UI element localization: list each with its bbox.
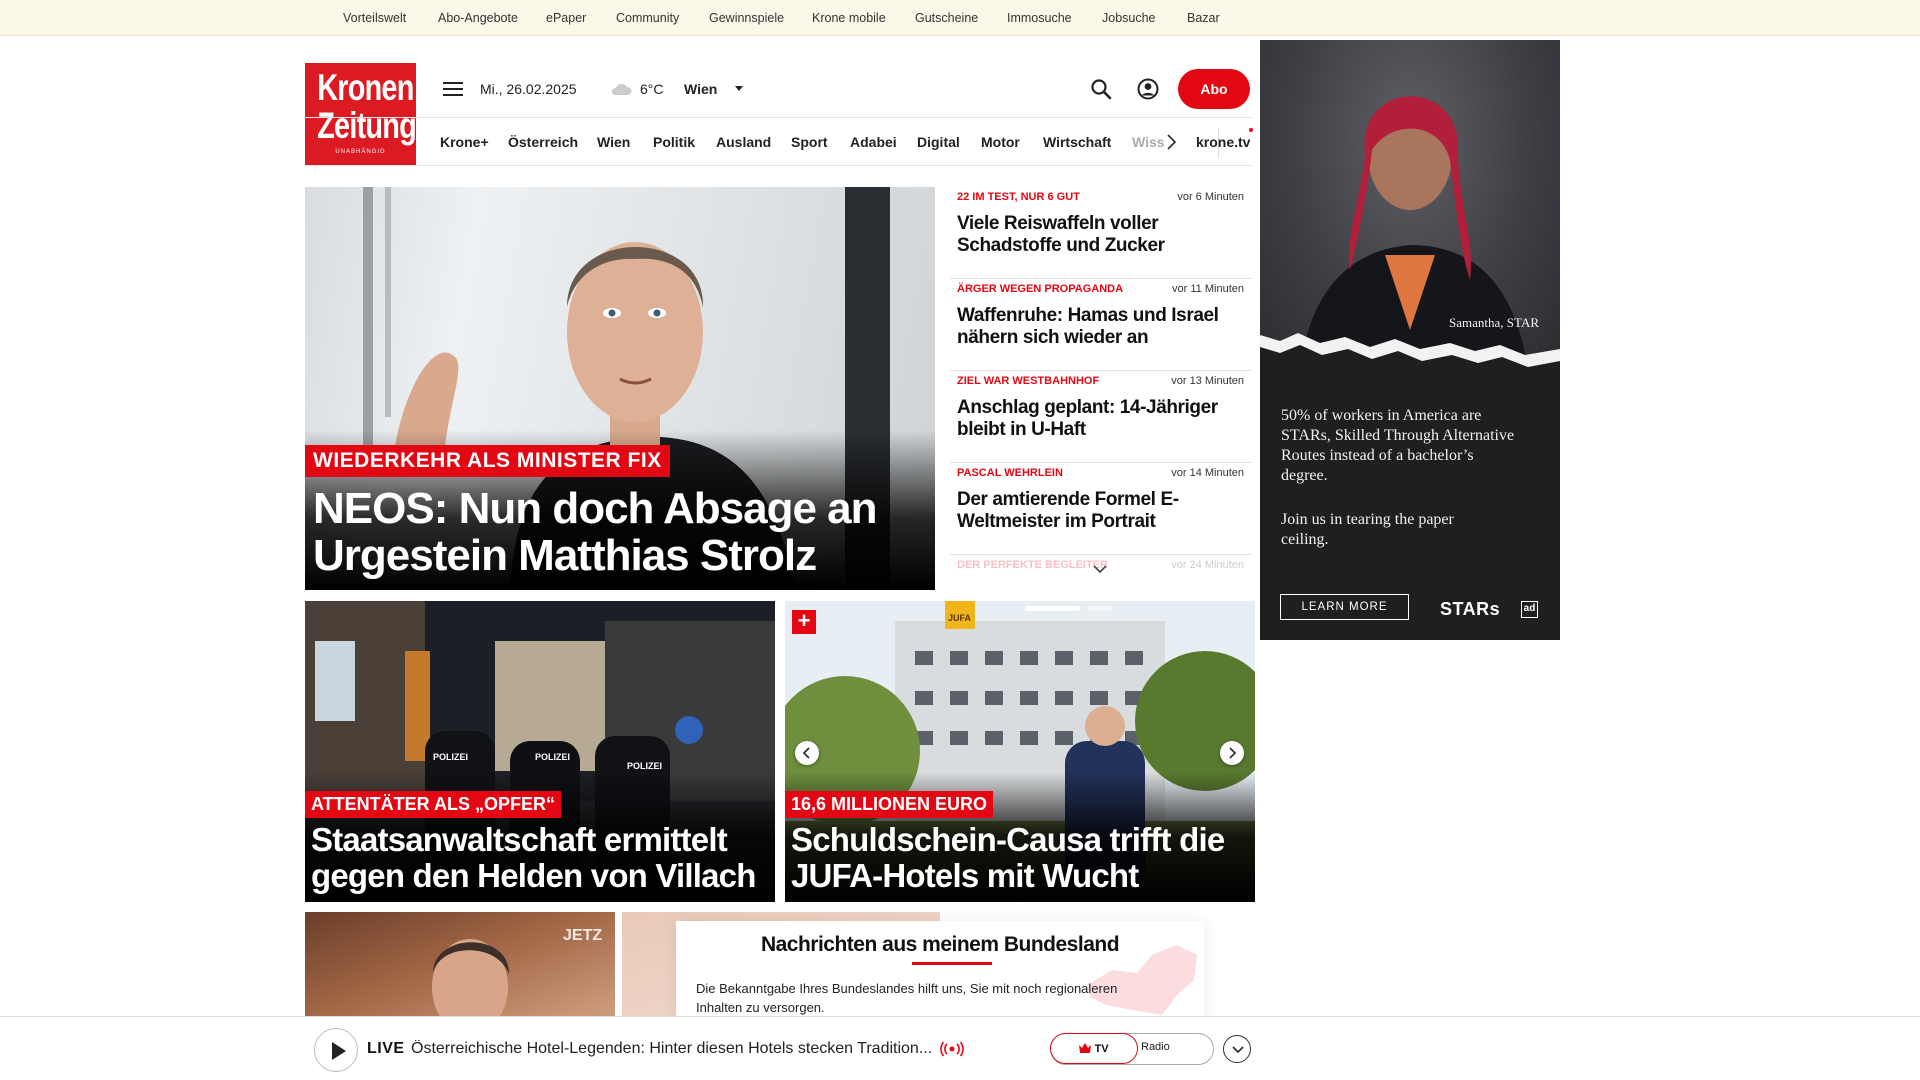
card-title[interactable]: Staatsanwaltschaft ermittelt gegen den H… xyxy=(311,822,771,894)
topbar-link-epaper[interactable]: ePaper xyxy=(546,11,586,25)
menu-icon[interactable] xyxy=(443,82,463,96)
play-button[interactable] xyxy=(314,1028,358,1072)
list-item-time: vor 14 Minuten xyxy=(1171,467,1244,479)
tv-label: TV xyxy=(1094,1042,1109,1055)
latest-news-list: 22 IM TEST, NUR 6 GUT vor 6 Minuten Viel… xyxy=(950,187,1252,592)
chevron-down-icon[interactable] xyxy=(735,86,743,91)
advertisement-stars[interactable]: Samantha, STAR 50% of workers in America… xyxy=(1260,40,1560,640)
topbar-link-jobsuche[interactable]: Jobsuche xyxy=(1102,11,1156,25)
list-item-kicker: ÄRGER WEGEN PROPAGANDA xyxy=(957,283,1124,295)
card-kicker: 16,6 MILLIONEN EURO xyxy=(785,791,994,818)
nav-item-sport[interactable]: Sport xyxy=(791,134,828,150)
title-underline xyxy=(912,962,992,965)
police-sign-text: POLIZEI xyxy=(535,752,570,762)
media-switch: TV Radio xyxy=(1050,1033,1214,1065)
list-item-time: vor 24 Minuten xyxy=(1171,559,1244,571)
topbar-link-immosuche[interactable]: Immosuche xyxy=(1007,11,1072,25)
list-item[interactable]: PASCAL WEHRLEIN vor 14 Minuten Der amtie… xyxy=(950,463,1252,555)
stars-brand-logo: STARs xyxy=(1440,599,1501,619)
search-icon[interactable] xyxy=(1090,78,1112,100)
list-item-kicker: ZIEL WAR WESTBAHNHOF xyxy=(957,375,1100,387)
topbar-link-gutscheine[interactable]: Gutscheine xyxy=(915,11,978,25)
chevron-right-icon xyxy=(1229,747,1237,759)
list-item-title[interactable]: Viele Reiswaffeln voller Schadstoffe und… xyxy=(957,213,1242,257)
adchoices-icon[interactable]: ad xyxy=(1521,601,1538,618)
bundesland-title: Nachrichten aus meinem Bundesland xyxy=(760,933,1120,956)
bundesland-description: Die Bekanntgabe Ihres Bundeslandes hilft… xyxy=(696,981,1118,1015)
nav-item-wien[interactable]: Wien xyxy=(597,134,630,150)
chevron-down-icon xyxy=(1232,1046,1244,1054)
topbar-link-community[interactable]: Community xyxy=(616,11,679,25)
list-item-title[interactable]: Waffenruhe: Hamas und Israel nähern sich… xyxy=(957,305,1242,349)
crown-icon xyxy=(1079,1042,1092,1053)
list-item-time: vor 11 Minuten xyxy=(1172,283,1244,295)
list-item[interactable]: ZIEL WAR WESTBAHNHOF vor 13 Minuten Ansc… xyxy=(950,371,1252,463)
krone-plus-badge: + xyxy=(792,610,816,634)
list-item-time: vor 6 Minuten xyxy=(1177,191,1244,203)
card-kicker: ATTENTÄTER ALS „OPFER“ xyxy=(305,791,561,818)
chevron-left-icon xyxy=(802,747,810,759)
topbar-link-bazar[interactable]: Bazar xyxy=(1187,11,1220,25)
nav-item-digital[interactable]: Digital xyxy=(917,134,960,150)
topbar-link-abo-angebote[interactable]: Abo-Angebote xyxy=(438,11,518,25)
story-card-jufa[interactable]: JUFA 16,6 MILLIONEN EURO Schuldschein-Ca… xyxy=(785,601,1255,902)
nav-item-wissen[interactable]: Wiss xyxy=(1132,134,1165,150)
main-navigation: Krone+ Österreich Wien Politik Ausland S… xyxy=(305,117,1253,166)
nav-item-adabei[interactable]: Adabei xyxy=(850,134,897,150)
nav-item-wirtschaft[interactable]: Wirtschaft xyxy=(1043,134,1111,150)
jufa-sign-text: JUFA xyxy=(948,613,972,623)
weather-temperature: 6°C xyxy=(640,81,664,97)
live-indicator-dot xyxy=(1249,128,1253,132)
list-item-kicker: 22 IM TEST, NUR 6 GUT xyxy=(957,191,1080,203)
expand-player-button[interactable] xyxy=(1223,1035,1251,1063)
thumbnail-overlay-text: JETZ xyxy=(563,927,602,944)
nav-item-motor[interactable]: Motor xyxy=(981,134,1020,150)
police-sign-text: POLIZEI xyxy=(433,752,468,762)
list-item[interactable]: 22 IM TEST, NUR 6 GUT vor 6 Minuten Viel… xyxy=(950,187,1252,279)
carousel-indicator xyxy=(1025,606,1115,611)
police-sign-text: POLIZEI xyxy=(627,761,662,771)
nav-item-oesterreich[interactable]: Österreich xyxy=(508,134,578,150)
logo-line-1: Kronen xyxy=(317,67,414,108)
topbar-link-vorteilswelt[interactable]: Vorteilswelt xyxy=(343,11,406,25)
carousel-next-button[interactable] xyxy=(1220,741,1244,765)
abo-button[interactable]: Abo xyxy=(1178,69,1250,109)
live-stream-title[interactable]: Österreichische Hotel-Legenden: Hinter d… xyxy=(411,1040,931,1058)
list-item-title[interactable]: Der amtierende Formel E-Weltmeister im P… xyxy=(957,489,1242,533)
nav-item-politik[interactable]: Politik xyxy=(653,134,695,150)
radio-toggle[interactable]: Radio xyxy=(1141,1041,1170,1053)
user-icon[interactable] xyxy=(1137,78,1159,100)
topbar-link-gewinnspiele[interactable]: Gewinnspiele xyxy=(709,11,784,25)
list-item-time: vor 13 Minuten xyxy=(1171,375,1244,387)
learn-more-button[interactable]: LEARN MORE xyxy=(1280,594,1409,620)
current-date: Mi., 26.02.2025 xyxy=(480,81,577,97)
topbar-link-krone-mobile[interactable]: Krone mobile xyxy=(812,11,886,25)
live-player-bar: LIVE Österreichische Hotel-Legenden: Hin… xyxy=(0,1016,1920,1080)
ad-copy-secondary: Join us in tearing the paper ceiling. xyxy=(1281,511,1454,548)
list-item-title[interactable]: Anschlag geplant: 14-Jähriger bleibt in … xyxy=(957,397,1242,441)
hero-story[interactable]: WIEDERKEHR ALS MINISTER FIX NEOS: Nun do… xyxy=(305,187,935,590)
chevron-right-icon[interactable] xyxy=(1165,132,1177,152)
list-item[interactable]: ÄRGER WEGEN PROPAGANDA vor 11 Minuten Wa… xyxy=(950,279,1252,371)
nav-item-krone-tv[interactable]: krone.tv xyxy=(1196,134,1250,150)
live-label: LIVE xyxy=(367,1040,405,1057)
nav-item-krone-plus[interactable]: Krone+ xyxy=(440,134,489,150)
chevron-down-icon[interactable] xyxy=(1092,564,1108,574)
story-card-villach[interactable]: POLIZEI POLIZEI POLIZEI ATTENTÄTER ALS „… xyxy=(305,601,775,902)
hero-kicker: WIEDERKEHR ALS MINISTER FIX xyxy=(305,445,670,477)
list-item-kicker: PASCAL WEHRLEIN xyxy=(957,467,1063,479)
play-icon xyxy=(332,1042,346,1060)
tv-toggle[interactable]: TV xyxy=(1050,1033,1138,1064)
city-selector[interactable]: Wien xyxy=(684,81,717,97)
nav-item-ausland[interactable]: Ausland xyxy=(716,134,771,150)
ad-copy-primary: 50% of workers in America are STARs, Ski… xyxy=(1281,407,1515,484)
card-title[interactable]: Schuldschein-Causa trifft die JUFA-Hotel… xyxy=(791,822,1251,894)
hero-title[interactable]: NEOS: Nun doch Absage an Urgestein Matth… xyxy=(313,485,923,579)
broadcast-icon xyxy=(940,1041,964,1057)
cloud-icon xyxy=(611,83,632,95)
carousel-prev-button[interactable] xyxy=(795,741,819,765)
torn-paper-edge xyxy=(1260,333,1560,395)
list-item-kicker: DER PERFEKTE BEGLEITER xyxy=(957,559,1108,571)
top-utility-bar: Vorteilswelt Abo-Angebote ePaper Communi… xyxy=(0,0,1920,36)
